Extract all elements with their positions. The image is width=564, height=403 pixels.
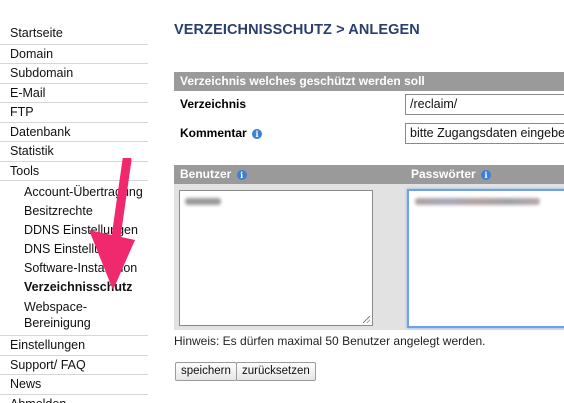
kommentar-label-text: Kommentar (180, 126, 247, 140)
sidebar-item-support-faq[interactable]: Support/ FAQ (0, 354, 148, 375)
section-header-benutzer: Benutzer i (174, 165, 405, 184)
sidebar-item-subdomain[interactable]: Subdomain (0, 63, 148, 83)
benutzer-textarea[interactable] (179, 190, 373, 326)
info-icon[interactable]: i (252, 129, 263, 139)
sidebar-item-abmelden[interactable]: Abmelden (0, 393, 148, 403)
kommentar-field[interactable]: bitte Zugangsdaten eingeben (405, 123, 564, 144)
sidebar-item-startseite[interactable]: Startseite (0, 24, 148, 44)
kommentar-label: Kommentar i (180, 126, 263, 140)
passwoerter-textarea[interactable] (407, 189, 564, 328)
sidebar-subitem-webspace-bereinigung[interactable]: Webspace-Bereinigung (0, 297, 140, 333)
benutzer-header-label: Benutzer (180, 167, 232, 181)
passwoerter-header-label: Passwörter (411, 167, 476, 181)
resize-handle-icon[interactable] (363, 316, 370, 323)
section-header-verzeichnis: Verzeichnis welches geschützt werden sol… (174, 72, 564, 91)
redacted-username (185, 198, 221, 205)
verzeichnis-label: Verzeichnis (180, 97, 247, 111)
page-title: VERZEICHNISSCHUTZ > ANLEGEN (174, 22, 420, 38)
section-header-passwoerter: Passwörter i (405, 165, 564, 184)
sidebar-item-ftp[interactable]: FTP (0, 102, 148, 122)
reset-button[interactable]: zurücksetzen (236, 362, 316, 381)
sidebar-item-news[interactable]: News (0, 374, 148, 394)
sidebar-item-datenbank[interactable]: Datenbank (0, 121, 148, 142)
info-icon[interactable]: i (236, 170, 247, 180)
hint-text: Hinweis: Es dürfen maximal 50 Benutzer a… (174, 334, 486, 348)
save-button[interactable]: speichern (175, 362, 237, 381)
sidebar-item-email[interactable]: E-Mail (0, 82, 148, 103)
sidebar-item-einstellungen[interactable]: Einstellungen (0, 335, 148, 355)
sidebar-item-domain[interactable]: Domain (0, 43, 148, 64)
section-header-label: Verzeichnis welches geschützt werden sol… (180, 74, 425, 88)
redacted-password (415, 198, 540, 205)
verzeichnis-field[interactable]: /reclaim/ (405, 94, 564, 115)
annotation-arrow-icon (89, 158, 135, 290)
info-icon[interactable]: i (481, 170, 492, 180)
